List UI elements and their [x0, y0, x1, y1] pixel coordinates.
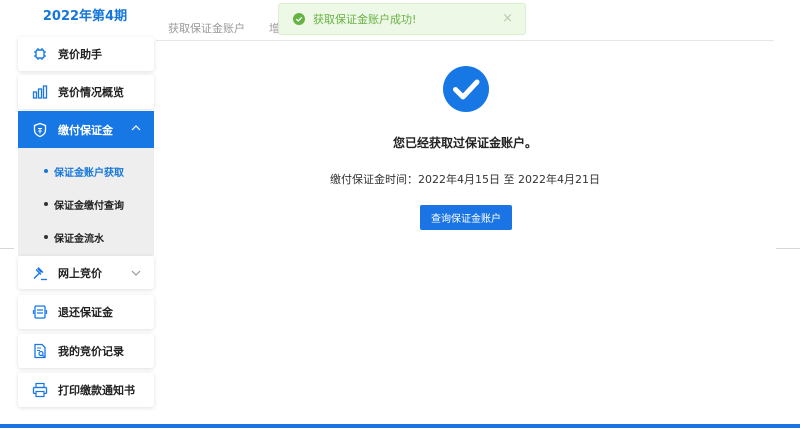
- success-check-icon: [443, 66, 489, 112]
- success-toast: 获取保证金账户成功! ×: [278, 3, 526, 35]
- query-deposit-account-button[interactable]: 查询保证金账户: [420, 205, 512, 230]
- close-icon[interactable]: ×: [502, 12, 513, 26]
- sidebar-item-label: 打印缴款通知书: [58, 384, 135, 397]
- shield-icon: [32, 122, 48, 138]
- bullet-icon: [44, 235, 48, 239]
- gavel-icon: [32, 265, 48, 281]
- sub-item-label: 保证金缴付查询: [54, 200, 124, 212]
- bar-chart-icon: [32, 84, 48, 100]
- printer-icon: [32, 382, 48, 398]
- chip-icon: [32, 46, 48, 62]
- deposit-period-text: 缴付保证金时间：2022年4月15日 至 2022年4月21日: [330, 173, 600, 186]
- sidebar-item-label: 退还保证金: [58, 306, 113, 319]
- sub-item-label: 保证金流水: [54, 233, 104, 245]
- success-check-icon: [293, 13, 305, 25]
- sidebar-item-print-payment-notice[interactable]: 打印缴款通知书: [18, 373, 154, 407]
- bullet-icon: [44, 169, 48, 173]
- sidebar-item-online-bidding[interactable]: 网上竞价: [18, 256, 154, 289]
- sub-item-deposit-flow[interactable]: 保证金流水: [18, 222, 154, 252]
- sidebar-item-my-bid-records[interactable]: 我的竞价记录: [18, 334, 154, 368]
- tab-divider: [156, 40, 774, 41]
- sidebar: 2022年第4期 竞价助手 竞价情况概览 缴付保证金 保证金账户获取 保证金缴付…: [14, 0, 156, 410]
- divider: [776, 248, 800, 249]
- sub-item-label: 保证金账户获取: [54, 167, 124, 179]
- printer-return-icon: [32, 304, 48, 320]
- toast-message: 获取保证金账户成功!: [313, 13, 417, 26]
- period-title: 2022年第4期: [14, 0, 156, 34]
- sidebar-item-pay-deposit[interactable]: 缴付保证金: [18, 111, 154, 148]
- sidebar-item-bidding-assistant[interactable]: 竞价助手: [18, 37, 154, 71]
- chevron-down-icon: [131, 270, 141, 276]
- result-message: 您已经获取过保证金账户。: [392, 136, 537, 150]
- sub-item-deposit-payment-query[interactable]: 保证金缴付查询: [18, 189, 154, 219]
- chevron-up-icon: [131, 125, 141, 131]
- tab-get-deposit-account[interactable]: 获取保证金账户: [168, 20, 245, 36]
- sidebar-item-label: 竞价情况概览: [58, 86, 124, 99]
- sub-menu-panel: 保证金账户获取 保证金缴付查询 保证金流水: [18, 148, 154, 256]
- sidebar-item-bidding-overview[interactable]: 竞价情况概览: [18, 75, 154, 109]
- sidebar-item-label: 竞价助手: [58, 48, 102, 61]
- document-search-icon: [32, 343, 48, 359]
- bullet-icon: [44, 202, 48, 206]
- sidebar-item-label: 网上竞价: [58, 266, 102, 280]
- sidebar-item-refund-deposit[interactable]: 退还保证金: [18, 295, 154, 329]
- sub-item-deposit-account-get[interactable]: 保证金账户获取: [18, 156, 154, 186]
- divider: [0, 248, 14, 249]
- sidebar-item-label: 缴付保证金: [58, 123, 113, 137]
- bottom-bar: [0, 424, 800, 428]
- sidebar-item-label: 我的竞价记录: [58, 345, 124, 358]
